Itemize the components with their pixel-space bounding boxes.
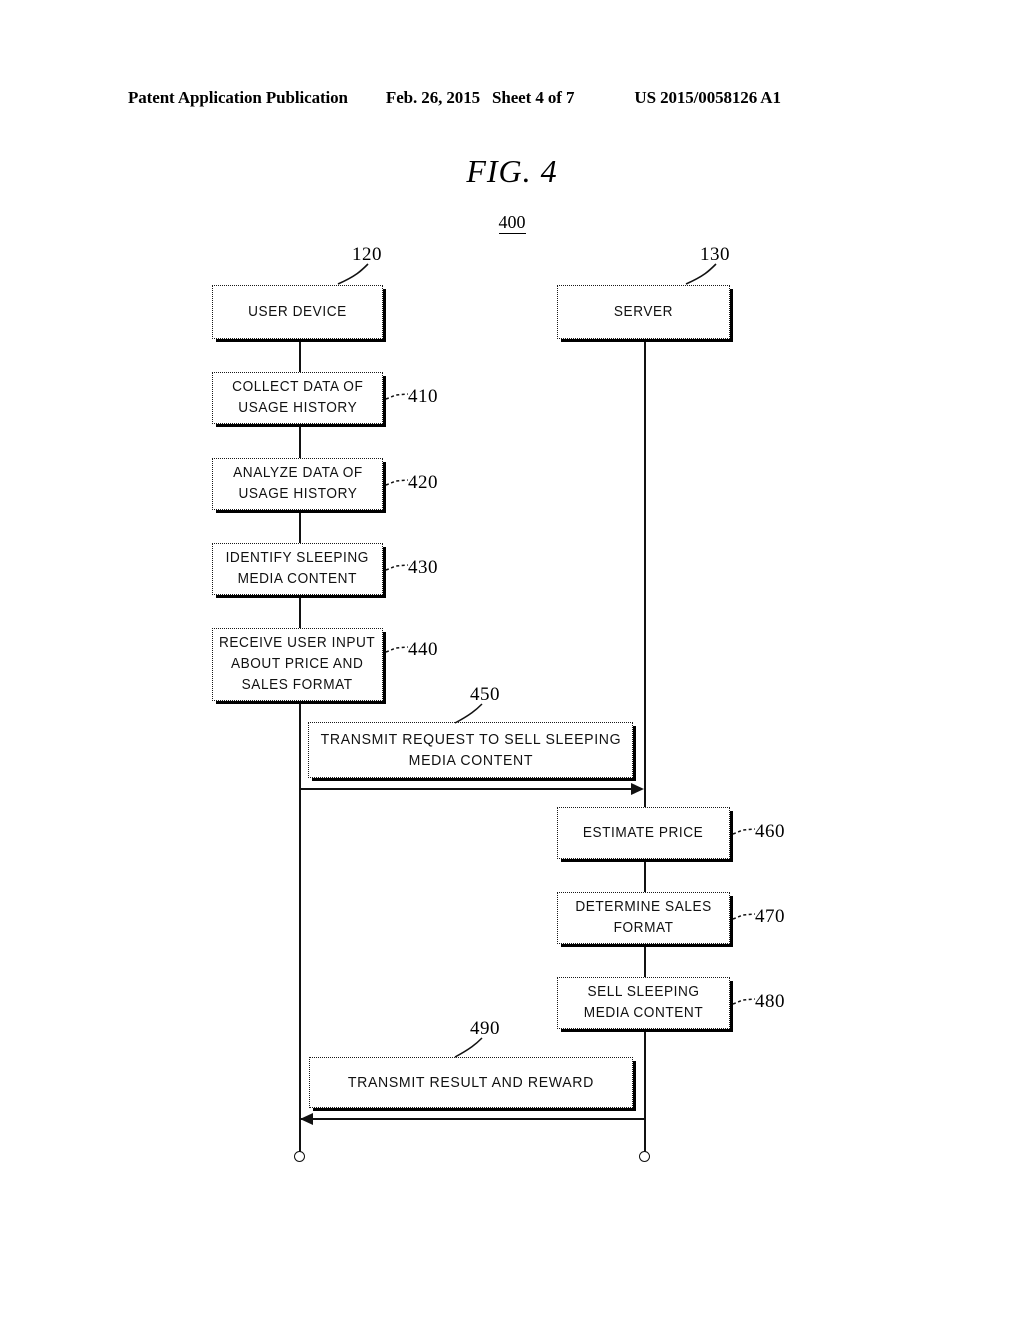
reference-numeral-460: 460 (755, 821, 785, 842)
leader-line-480 (732, 998, 756, 1005)
leader-line-410 (385, 393, 409, 400)
message-label-450: TRANSMIT REQUEST TO SELL SLEEPING MEDIA … (320, 731, 621, 769)
leader-line-470 (732, 913, 756, 920)
leader-line-450 (454, 703, 483, 724)
figure-reference-number: 400 (0, 212, 1024, 234)
reference-numeral-420: 420 (408, 472, 438, 493)
lifeline-end-server (639, 1151, 650, 1162)
step-label-440: RECEIVE USER INPUT ABOUT PRICE AND SALES… (219, 635, 376, 693)
actor-label-server: SERVER (613, 303, 674, 320)
step-box-430[interactable]: IDENTIFY SLEEPING MEDIA CONTENT (212, 543, 383, 595)
actor-label-user-device: USER DEVICE (248, 303, 347, 320)
message-arrow-line-450 (299, 788, 633, 790)
step-box-480[interactable]: SELL SLEEPING MEDIA CONTENT (557, 977, 730, 1029)
actor-box-user-device[interactable]: USER DEVICE (212, 285, 383, 339)
leader-line-460 (732, 828, 756, 835)
message-arrow-head-450 (631, 783, 644, 795)
message-arrow-line-490 (299, 1118, 645, 1120)
reference-numeral-480: 480 (755, 991, 785, 1012)
patent-figure-page: Patent Application Publication Feb. 26, … (0, 0, 1024, 1320)
step-box-470[interactable]: DETERMINE SALES FORMAT (557, 892, 730, 944)
actor-box-server[interactable]: SERVER (557, 285, 730, 339)
message-arrow-head-490 (300, 1113, 313, 1125)
message-label-490: TRANSMIT RESULT AND REWARD (347, 1074, 595, 1091)
publication-date: Feb. 26, 2015 (385, 88, 481, 107)
reference-numeral-470: 470 (755, 906, 785, 927)
publication-label: Patent Application Publication (128, 88, 348, 107)
step-label-430: IDENTIFY SLEEPING MEDIA CONTENT (225, 550, 370, 587)
step-label-460: ESTIMATE PRICE (583, 824, 704, 841)
step-box-410[interactable]: COLLECT DATA OF USAGE HISTORY (212, 372, 383, 424)
leader-line-420 (385, 479, 409, 486)
reference-numeral-410: 410 (408, 386, 438, 407)
message-box-450[interactable]: TRANSMIT REQUEST TO SELL SLEEPING MEDIA … (308, 722, 633, 778)
step-label-410: COLLECT DATA OF USAGE HISTORY (231, 379, 364, 416)
figure-reference-number-value: 400 (498, 212, 526, 234)
leader-line-440 (385, 646, 409, 653)
sheet-number: Sheet 4 of 7 (492, 88, 575, 107)
step-box-420[interactable]: ANALYZE DATA OF USAGE HISTORY (212, 458, 383, 510)
reference-numeral-130: 130 (700, 244, 730, 265)
reference-numeral-450: 450 (470, 684, 500, 705)
leader-line-490 (454, 1037, 483, 1058)
leader-line-430 (385, 564, 409, 571)
lifeline-server (644, 339, 646, 1157)
reference-numeral-440: 440 (408, 639, 438, 660)
reference-numeral-490: 490 (470, 1018, 500, 1039)
step-label-420: ANALYZE DATA OF USAGE HISTORY (232, 465, 363, 502)
message-box-490[interactable]: TRANSMIT RESULT AND REWARD (309, 1057, 633, 1108)
step-box-440[interactable]: RECEIVE USER INPUT ABOUT PRICE AND SALES… (212, 628, 383, 701)
lifeline-end-user-device (294, 1151, 305, 1162)
reference-numeral-430: 430 (408, 557, 438, 578)
reference-numeral-120: 120 (352, 244, 382, 265)
step-box-460[interactable]: ESTIMATE PRICE (557, 807, 730, 859)
step-label-480: SELL SLEEPING MEDIA CONTENT (583, 984, 704, 1021)
figure-title: FIG. 4 (466, 153, 558, 189)
patent-running-header: Patent Application Publication Feb. 26, … (128, 88, 896, 112)
patent-number: US 2015/0058126 A1 (634, 88, 781, 107)
step-label-470: DETERMINE SALES FORMAT (575, 899, 712, 936)
